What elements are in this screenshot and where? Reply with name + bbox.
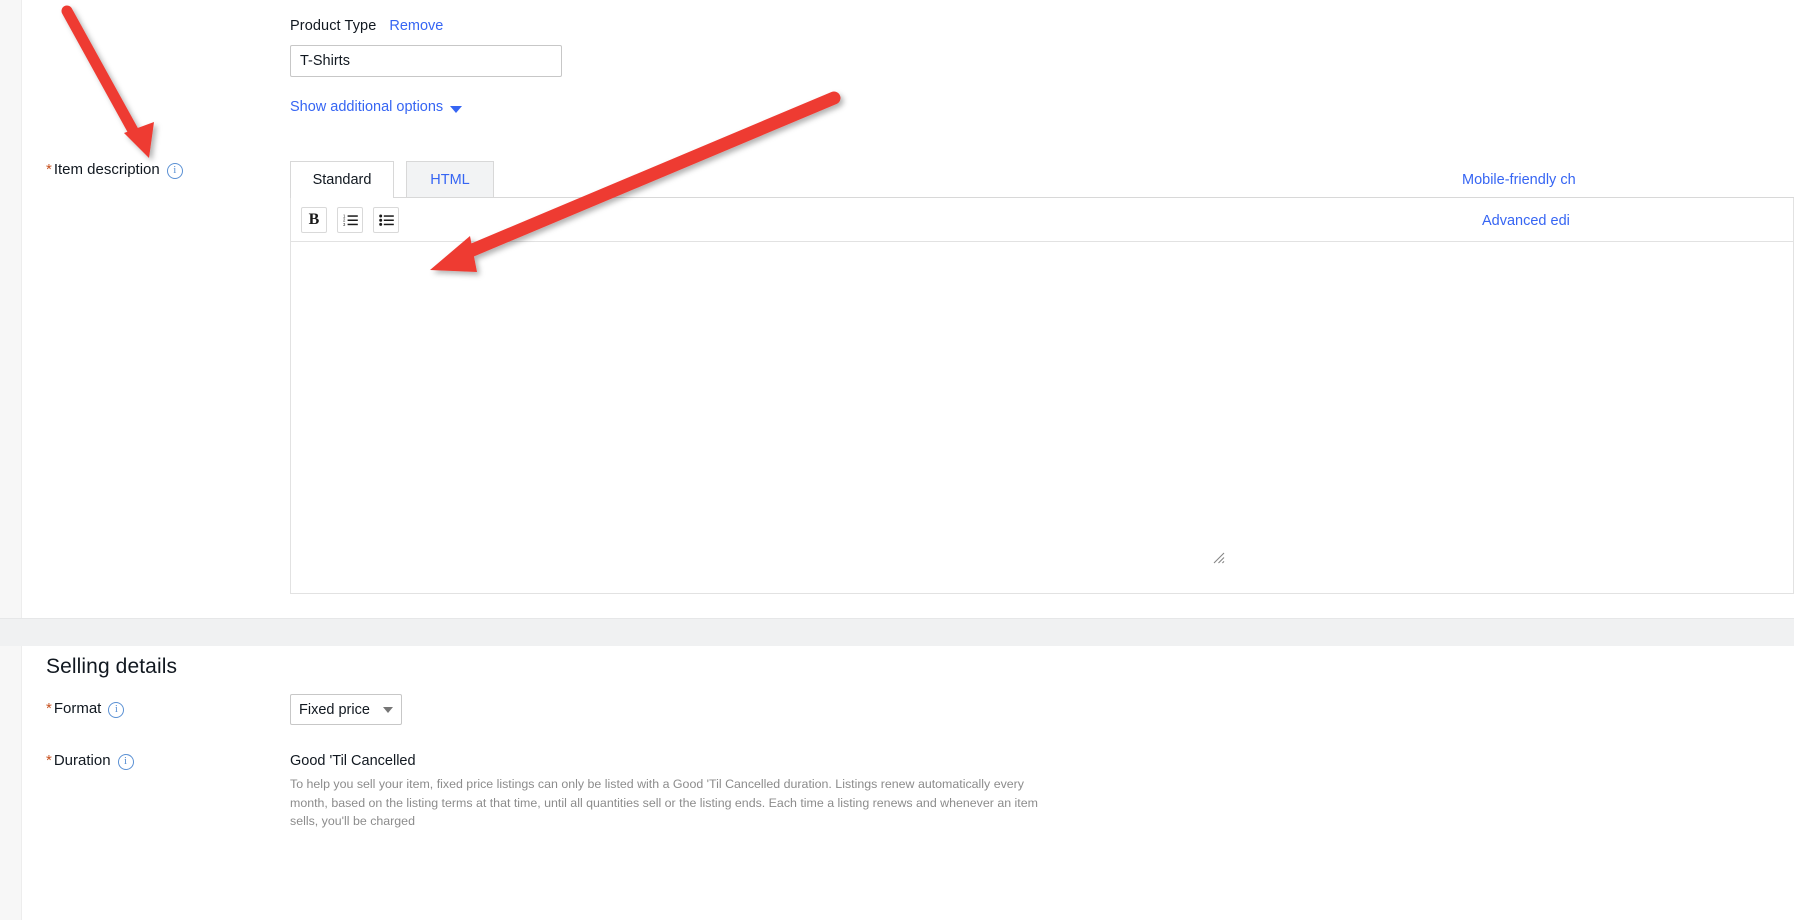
chevron-down-icon — [383, 706, 393, 713]
required-marker: * — [46, 161, 52, 178]
required-marker: * — [46, 700, 52, 717]
chevron-down-icon — [450, 105, 463, 113]
duration-label-group: * Duration i — [46, 752, 134, 770]
numbered-list-button[interactable]: 1 2 3 — [337, 206, 363, 233]
tab-standard[interactable]: Standard — [290, 161, 394, 198]
show-additional-options-label: Show additional options — [290, 99, 444, 115]
page-left-gutter — [0, 0, 22, 920]
listing-form-page: Product Type Remove Show additional opti… — [0, 0, 1794, 920]
duration-note: To help you sell your item, fixed price … — [290, 777, 1038, 828]
ordered-list-icon: 1 2 3 — [343, 213, 358, 226]
format-label-group: * Format i — [46, 700, 125, 718]
required-marker: * — [46, 752, 52, 769]
info-circle-icon[interactable]: i — [166, 162, 183, 179]
format-select[interactable]: Fixed price — [290, 694, 402, 725]
product-type-input[interactable] — [290, 45, 562, 77]
duration-label: Duration — [53, 752, 111, 769]
tab-standard-label: Standard — [312, 171, 372, 188]
duration-value: Good 'Til Cancelled — [290, 753, 416, 769]
info-circle-icon[interactable]: i — [117, 753, 134, 770]
product-type-block: Product Type Remove — [290, 18, 562, 77]
selling-details-title: Selling details — [46, 655, 178, 678]
tab-html-label: HTML — [430, 171, 470, 188]
svg-text:3: 3 — [343, 222, 346, 226]
resize-grip-icon[interactable] — [1213, 552, 1225, 564]
mobile-friendly-check-link[interactable]: Mobile-friendly ch — [1462, 172, 1576, 188]
description-editor-body[interactable] — [290, 242, 1794, 594]
product-type-header: Product Type Remove — [290, 18, 562, 34]
product-type-label: Product Type — [290, 18, 377, 34]
bulleted-list-button[interactable] — [373, 206, 399, 233]
show-additional-options-link[interactable]: Show additional options — [290, 99, 463, 115]
bold-button[interactable]: B — [301, 206, 327, 233]
advanced-editor-link[interactable]: Advanced edi — [1482, 213, 1570, 229]
unordered-list-icon — [378, 214, 394, 226]
format-select-value: Fixed price — [299, 701, 370, 718]
product-type-remove-link[interactable]: Remove — [389, 18, 443, 34]
format-label: Format — [53, 700, 102, 717]
info-circle-icon[interactable]: i — [108, 701, 125, 718]
section-divider-band — [0, 619, 1794, 646]
tab-html[interactable]: HTML — [406, 161, 494, 197]
item-description-label-group: * Item description i — [46, 161, 183, 179]
bold-icon: B — [308, 210, 320, 228]
item-description-label: Item description — [53, 161, 160, 178]
